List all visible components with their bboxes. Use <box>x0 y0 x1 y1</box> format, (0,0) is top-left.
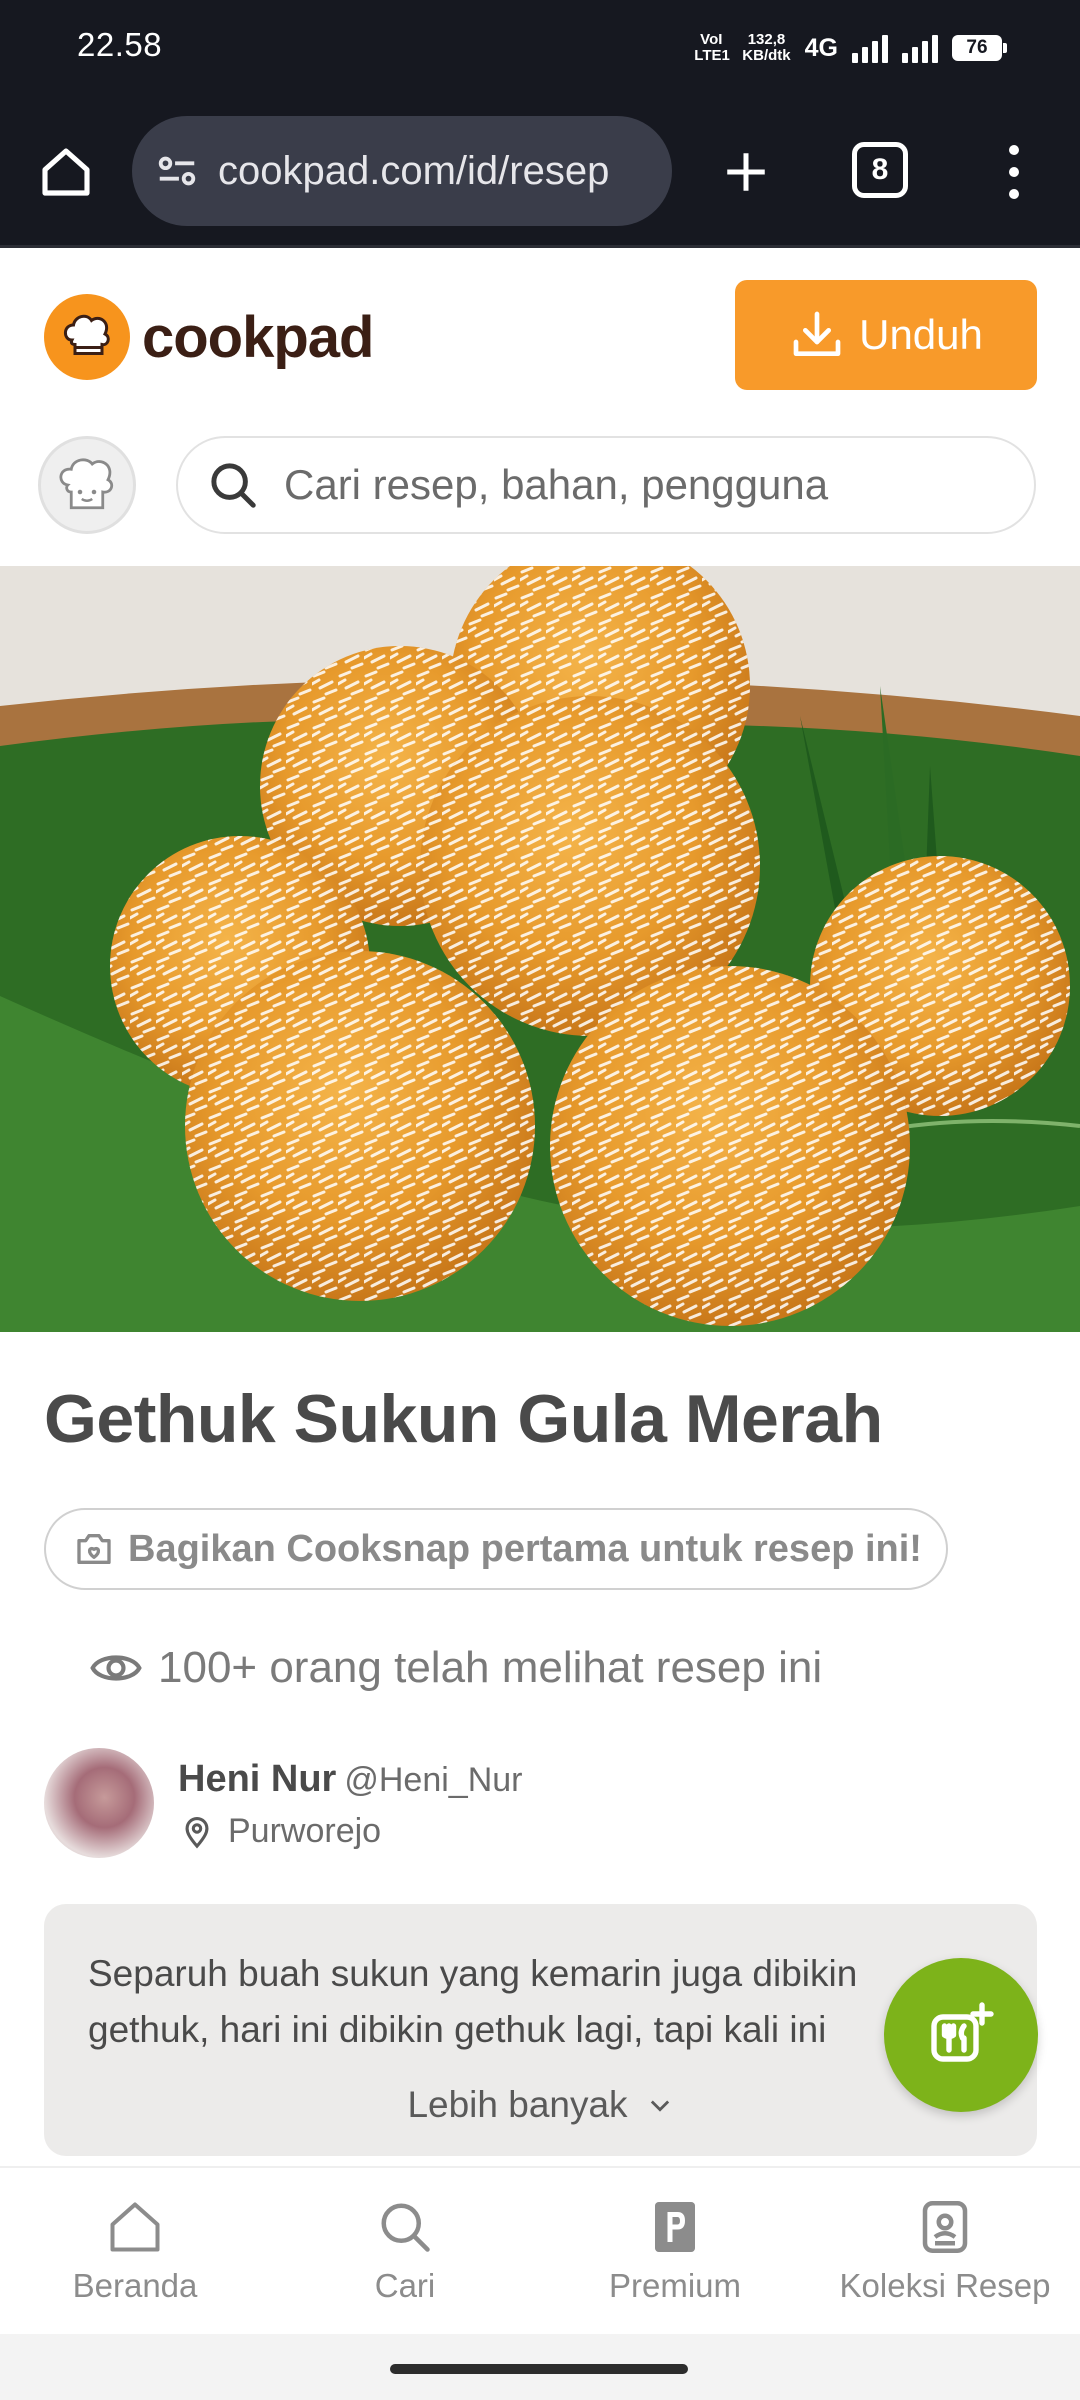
author-avatar[interactable] <box>44 1748 154 1858</box>
status-indicators: VoI LTE1 132,8 KB/dtk 4G 76 <box>694 26 1007 70</box>
download-app-button[interactable]: Unduh <box>735 280 1037 390</box>
logo-text: cookpad <box>142 304 374 370</box>
gesture-handle[interactable] <box>390 2364 688 2374</box>
download-icon <box>793 311 841 356</box>
search-placeholder: Cari resep, bahan, pengguna <box>284 461 829 508</box>
address-bar[interactable]: cookpad.com/id/resep <box>132 116 672 226</box>
browser-menu-button[interactable] <box>990 136 1038 208</box>
gesture-navigation-area <box>0 2334 1080 2400</box>
eye-icon <box>90 1655 142 1681</box>
cookpad-logo[interactable]: cookpad <box>44 294 374 380</box>
view-count-text: 100+ orang telah melihat resep ini <box>158 1643 823 1692</box>
new-tab-button[interactable] <box>710 136 782 208</box>
cooksnap-label: Bagikan Cooksnap pertama untuk resep ini… <box>128 1527 922 1570</box>
nav-item-premium[interactable]: Premium <box>540 2168 810 2334</box>
add-to-meal-plan-button[interactable] <box>884 1958 1038 2112</box>
status-bar: 22.58 VoI LTE1 132,8 KB/dtk 4G 76 <box>0 0 1080 96</box>
nav-label-cari: Cari <box>374 2267 436 2304</box>
recipe-description: Separuh buah sukun yang kemarin juga dib… <box>88 1953 858 2050</box>
author-location-text: Purworejo <box>228 1812 382 1850</box>
nav-item-koleksi-resep[interactable]: Koleksi Resep <box>810 2168 1080 2334</box>
download-label: Unduh <box>859 311 983 358</box>
site-header: cookpad Unduh Cari resep, bahan, penggun… <box>0 250 1080 566</box>
author-name-row[interactable]: Heni Nur @Heni_Nur <box>178 1758 523 1801</box>
nav-item-beranda[interactable]: Beranda <box>0 2168 270 2334</box>
status-time: 22.58 <box>77 26 163 63</box>
author-handle[interactable]: @Heni_Nur <box>344 1761 522 1799</box>
cutlery-plus-icon <box>931 2002 994 2062</box>
signal-icon-1 <box>852 33 888 63</box>
show-more-label: Lebih banyak <box>407 2084 628 2125</box>
recipe-photo <box>0 566 1080 1332</box>
nav-label-beranda: Beranda <box>72 2267 198 2304</box>
recipe-hero-image[interactable] <box>0 566 1080 1332</box>
camera-heart-icon <box>77 1534 111 1564</box>
author-name[interactable]: Heni Nur <box>178 1758 336 1800</box>
network-speed-value: 132,8 <box>747 31 786 48</box>
nav-label-koleksi-resep: Koleksi Resep <box>839 2267 1051 2304</box>
search-icon <box>211 463 256 508</box>
premium-icon <box>655 2202 695 2252</box>
view-count: 100+ orang telah melihat resep ini <box>88 1640 822 1696</box>
bottom-navigation: Beranda Cari Premium Koleksi Resep <box>0 2166 1080 2334</box>
search-icon <box>381 2203 430 2252</box>
nav-item-cari[interactable]: Cari <box>270 2168 540 2334</box>
show-more-button[interactable]: Lebih banyak <box>44 2084 1037 2126</box>
nav-label-premium: Premium <box>608 2267 742 2304</box>
chevron-down-icon <box>650 2100 669 2112</box>
share-cooksnap-button[interactable]: Bagikan Cooksnap pertama untuk resep ini… <box>44 1508 948 1590</box>
url-text: cookpad.com/id/resep <box>218 148 610 193</box>
recipe-title: Gethuk Sukun Gula Merah <box>44 1381 883 1457</box>
home-icon <box>110 2202 160 2252</box>
browser-toolbar: cookpad.com/id/resep 8 <box>0 96 1080 248</box>
browser-home-button[interactable] <box>30 136 102 208</box>
plus-icon <box>727 153 765 191</box>
search-input[interactable]: Cari resep, bahan, pengguna <box>176 436 1036 534</box>
network-speed: 132,8 KB/dtk <box>742 32 790 64</box>
chef-hat-icon <box>44 294 130 380</box>
tab-switcher-button[interactable]: 8 <box>852 142 908 198</box>
site-settings-icon[interactable] <box>154 148 200 194</box>
volte-indicator: VoI LTE1 <box>694 31 730 64</box>
recipe-collection-icon <box>922 2201 968 2253</box>
chef-avatar-icon <box>59 458 114 510</box>
network-type: 4G <box>804 33 838 62</box>
home-icon <box>42 148 90 196</box>
location-pin-icon <box>185 1816 209 1849</box>
author-location: Purworejo <box>180 1812 381 1851</box>
user-avatar-button[interactable] <box>38 436 136 534</box>
battery-icon: 76 <box>952 35 1007 61</box>
signal-icon-2 <box>902 33 938 63</box>
network-speed-unit: KB/dtk <box>742 47 791 64</box>
